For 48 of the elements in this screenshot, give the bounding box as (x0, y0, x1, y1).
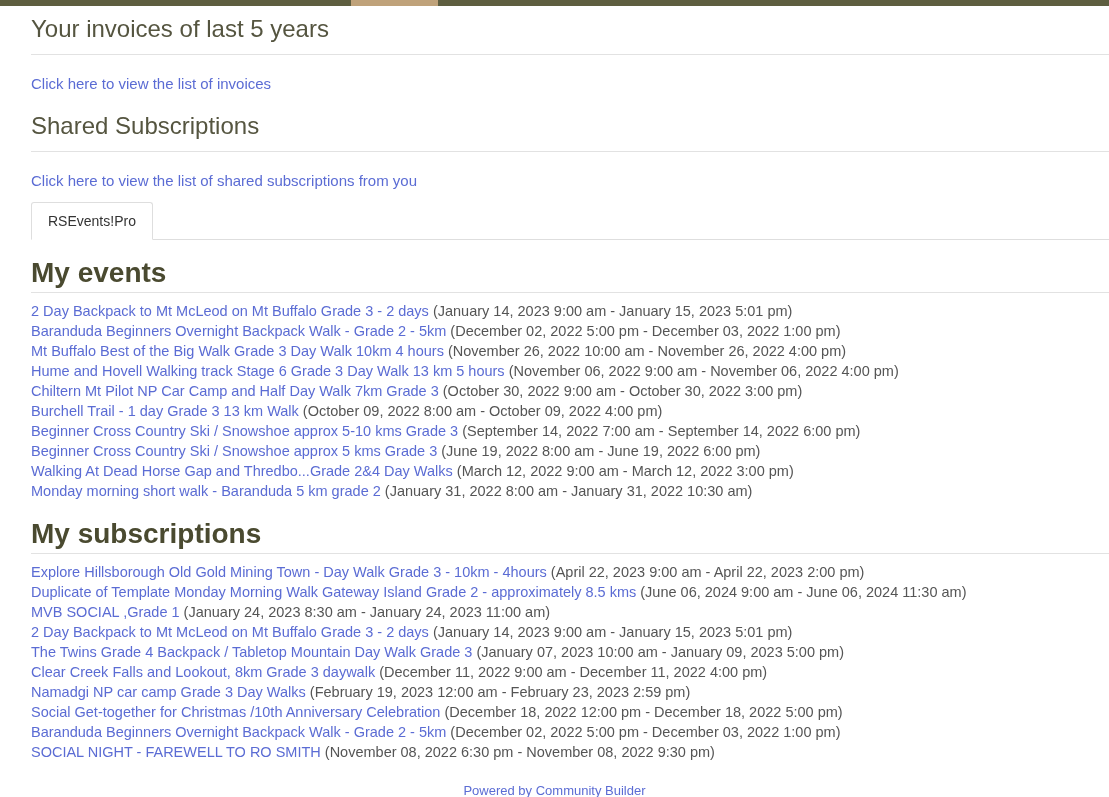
event-link[interactable]: Mt Buffalo Best of the Big Walk Grade 3 Day Walk 10km 4 hours (31, 343, 444, 359)
event-dates: (January 07, 2023 10:00 am - January 09, 2023 5:00 pm) (476, 644, 844, 660)
event-dates: (October 09, 2022 8:00 am - October 09, 2022 4:00 pm) (302, 403, 663, 419)
event-dates: (April 22, 2023 9:00 am - April 22, 2023 2:00 pm) (550, 564, 865, 580)
event-link[interactable]: Baranduda Beginners Overnight Backpack Walk - Grade 2 - 5km (31, 323, 447, 339)
event-dates: (December 11, 2022 9:00 am - December 11, 2022 4:00 pm) (379, 664, 768, 680)
event-dates: (December 02, 2022 5:00 pm - December 03, 2022 1:00 pm) (450, 724, 841, 740)
event-link[interactable]: Clear Creek Falls and Lookout, 8km Grade 3 daywalk (31, 664, 376, 680)
event-dates: (March 12, 2022 9:00 am - March 12, 2022 3:00 pm) (456, 463, 794, 479)
event-link[interactable]: Duplicate of Template Monday Morning Walk Gateway Island Grade 2 - approximately 8.5 kms (31, 584, 637, 600)
event-link[interactable]: Social Get-together for Christmas /10th Anniversary Celebration (31, 704, 441, 720)
footer-link[interactable]: Powered by Community Builder (463, 781, 677, 797)
event-dates: (December 18, 2022 12:00 pm - December 18, 2022 5:00 pm) (444, 704, 843, 720)
tab[interactable]: RSEvents!Pro (31, 202, 153, 240)
event-link[interactable]: Chiltern Mt Pilot NP Car Camp and Half Day Walk 7km Grade 3 (31, 383, 439, 399)
event-dates: (October 30, 2022 9:00 am - October 30, 2022 3:00 pm) (442, 383, 803, 399)
section-heading: My events (31, 256, 1109, 293)
event-dates: (January 14, 2023 9:00 am - January 15, 2023 5:01 pm) (432, 303, 793, 319)
event-link[interactable]: 2 Day Backpack to Mt McLeod on Mt Buffalo Grade 3 - 2 days (31, 624, 429, 640)
event-link[interactable]: Namadgi NP car camp Grade 3 Day Walks (31, 684, 306, 700)
invoices-link[interactable]: Click here to view the list of invoices (31, 74, 272, 94)
event-dates: (June 06, 2024 9:00 am - June 06, 2024 11:30 am) (640, 584, 967, 600)
event-link[interactable]: Walking At Dead Horse Gap and Thredbo...Grade 2&4 Day Walks (31, 463, 453, 479)
event-link[interactable]: The Twins Grade 4 Backpack / Tabletop Mountain Day Walk Grade 3 (31, 644, 473, 660)
event-dates: (February 19, 2023 12:00 am - February 23, 2023 2:59 pm) (309, 684, 691, 700)
event-dates: (December 02, 2022 5:00 pm - December 03, 2022 1:00 pm) (450, 323, 841, 339)
event-dates: (January 31, 2022 8:00 am - January 31, 2022 10:30 am) (384, 483, 753, 499)
event-link[interactable]: Baranduda Beginners Overnight Backpack Walk - Grade 2 - 5km (31, 724, 447, 740)
event-dates: (November 26, 2022 10:00 am - November 26, 2022 4:00 pm) (447, 343, 847, 359)
event-dates: (November 06, 2022 9:00 am - November 06, 2022 4:00 pm) (508, 363, 899, 379)
event-dates: (November 08, 2022 6:30 pm - November 08, 2022 9:30 pm) (324, 744, 715, 760)
section-heading: My subscriptions (31, 517, 1109, 554)
event-link[interactable]: Beginner Cross Country Ski / Snowshoe approx 5 kms Grade 3 (31, 443, 438, 459)
section-heading: Your invoices of last 5 years (31, 14, 1109, 55)
section-heading: Shared Subscriptions (31, 111, 1109, 152)
event-dates: (January 24, 2023 8:30 am - January 24, 2023 11:00 am) (183, 604, 551, 620)
event-link[interactable]: 2 Day Backpack to Mt McLeod on Mt Buffalo Grade 3 - 2 days (31, 303, 429, 319)
event-link[interactable]: SOCIAL NIGHT - FAREWELL TO RO SMITH (31, 744, 321, 760)
event-dates: (June 19, 2022 8:00 am - June 19, 2022 6:00 pm) (441, 443, 761, 459)
event-link[interactable]: Monday morning short walk - Baranduda 5 km grade 2 (31, 483, 381, 499)
event-link[interactable]: Hume and Hovell Walking track Stage 6 Grade 3 Day Walk 13 km 5 hours (31, 363, 505, 379)
event-link[interactable]: Burchell Trail - 1 day Grade 3 13 km Walk (31, 403, 299, 419)
event-link[interactable]: Explore Hillsborough Old Gold Mining Town - Day Walk Grade 3 - 10km - 4hours (31, 564, 547, 580)
shared-subscriptions-link[interactable]: Click here to view the list of shared subscriptions from you (31, 171, 417, 191)
event-link[interactable]: Beginner Cross Country Ski / Snowshoe approx 5-10 kms Grade 3 (31, 423, 459, 439)
event-dates: (September 14, 2022 7:00 am - September 14, 2022 6:00 pm) (462, 423, 861, 439)
event-dates: (January 14, 2023 9:00 am - January 15, 2023 5:01 pm) (432, 624, 793, 640)
event-link[interactable]: MVB SOCIAL ,Grade 1 (31, 604, 180, 620)
